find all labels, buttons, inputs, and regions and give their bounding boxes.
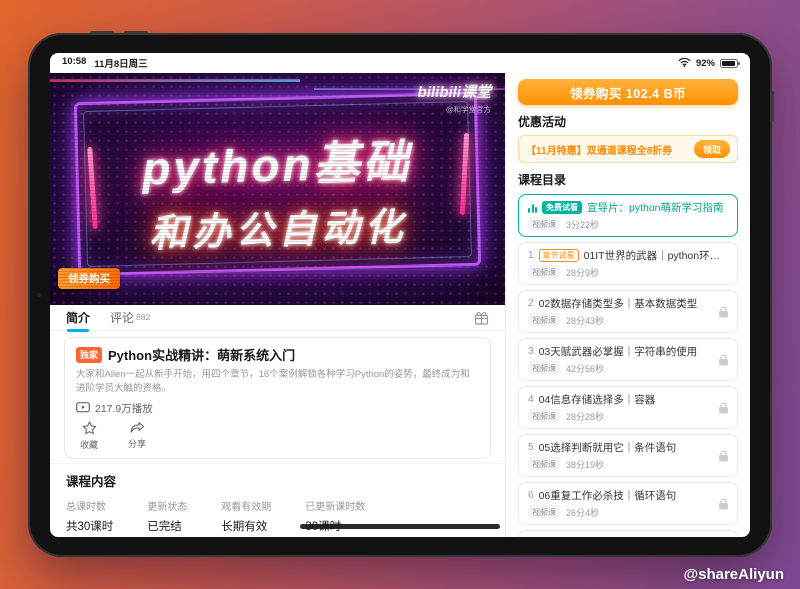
lesson-number: 6 — [528, 490, 534, 501]
power-button — [770, 91, 774, 121]
lesson-type-badge: 视频课 — [528, 265, 560, 279]
lesson-title: 06重复工作必杀技｜循环语句 — [539, 488, 677, 503]
watermark: @shareAliyun — [684, 566, 785, 583]
stat-validity: 观看有效期 长期有效 — [221, 498, 271, 534]
free-trial-badge: 免费试看 — [542, 201, 582, 214]
lesson-title: 04信息存储选择多｜容器 — [539, 392, 656, 407]
share-button[interactable]: 分享 — [128, 421, 146, 451]
banner-title-line2: 和办公自动化 — [149, 195, 408, 257]
play-count-icon — [76, 401, 90, 416]
tab-bar: 简介 评论882 — [50, 305, 505, 331]
lesson-duration: 26分4秒 — [566, 506, 599, 519]
catalog-item[interactable]: 6 06重复工作必杀技｜循环语句 视频课 26分4秒 — [518, 482, 738, 525]
lesson-type-badge: 视频课 — [528, 313, 560, 327]
stat-update-status: 更新状态 已完结 — [147, 498, 187, 534]
sidebar: 领券购买 102.4 B币 优惠活动 【11月特惠】双通道课程全8折券 领取 课… — [505, 73, 750, 537]
promo-section-title: 优惠活动 — [518, 113, 738, 130]
course-info-card: 独家 Python实战精讲：萌新系统入门 大家和Allen一起从新手开始，用四个… — [64, 337, 491, 459]
tablet-screen: 10:58 11月8日周三 92% — [50, 53, 750, 537]
course-banner: python基础 和办公自动化 bilibili课堂 @和学堂官方 领券购买 — [50, 73, 505, 305]
lock-icon — [718, 305, 729, 318]
volume-up-button — [90, 31, 114, 35]
catalog-item[interactable]: 7 07停止循环姿势多｜break_continue — [518, 530, 738, 537]
star-icon — [82, 421, 97, 437]
lock-icon — [718, 353, 729, 366]
buy-with-coupon-button[interactable]: 领券购买 102.4 B币 — [518, 79, 738, 105]
lesson-duration: 38分19秒 — [566, 458, 604, 471]
trial-badge: 章节试看 — [539, 249, 579, 262]
catalog-section-title: 课程目录 — [518, 171, 738, 188]
exclusive-badge: 独家 — [76, 347, 102, 363]
catalog-item[interactable]: 1 章节试看 01IT世界的武器｜python环境搭建_第一个 视频课 28分9… — [518, 242, 738, 285]
lesson-type-badge: 视频课 — [528, 217, 560, 231]
coupon-text: 【11月特惠】双通道课程全8折券 — [526, 142, 688, 157]
lesson-duration: 28分28秒 — [566, 410, 604, 423]
lesson-number: 1 — [528, 250, 534, 261]
catalog-item[interactable]: 4 04信息存储选择多｜容器 视频课 28分28秒 — [518, 386, 738, 429]
section-title: 课程内容 — [66, 471, 489, 490]
status-time: 10:58 — [62, 56, 86, 70]
lesson-number: 2 — [528, 298, 534, 309]
lesson-number: 3 — [528, 346, 534, 357]
coupon-row: 【11月特惠】双通道课程全8折券 领取 — [518, 135, 738, 163]
volume-down-button — [124, 31, 148, 35]
tab-comments[interactable]: 评论882 — [110, 309, 150, 326]
lesson-number: 4 — [528, 394, 534, 405]
battery-percent: 92% — [696, 58, 715, 69]
stat-total-lessons: 总课时数 共30课时 — [66, 498, 113, 534]
tablet-device: 10:58 11月8日周三 92% — [28, 33, 772, 557]
lesson-title: 宣导片：python萌新学习指南 — [587, 200, 724, 215]
lock-icon — [718, 449, 729, 462]
wifi-icon — [678, 57, 691, 70]
lesson-title: 02数据存储类型多｜基本数据类型 — [539, 296, 698, 311]
status-bar: 10:58 11月8日周三 92% — [50, 53, 750, 73]
play-count: 217.9万播放 — [95, 401, 153, 416]
catalog-item[interactable]: 2 02数据存储类型多｜基本数据类型 视频课 28分43秒 — [518, 290, 738, 333]
bilibili-classroom-logo: bilibili课堂 @和学堂官方 — [418, 81, 491, 115]
comments-count: 882 — [136, 312, 150, 322]
claim-coupon-button[interactable]: 领取 — [694, 140, 730, 158]
lesson-duration: 3分22秒 — [566, 218, 599, 231]
lock-icon — [718, 497, 729, 510]
lesson-duration: 28分9秒 — [566, 266, 599, 279]
front-camera — [36, 292, 42, 298]
catalog-item[interactable]: 3 03天赋武器必掌握｜字符串的使用 视频课 42分56秒 — [518, 338, 738, 381]
lesson-title: 05选择判断就用它｜条件语句 — [539, 440, 677, 455]
catalog-item-preview[interactable]: 免费试看 宣导片：python萌新学习指南 视频课 3分22秒 — [518, 194, 738, 237]
main-content: python基础 和办公自动化 bilibili课堂 @和学堂官方 领券购买 简… — [50, 73, 505, 537]
lesson-duration: 28分43秒 — [566, 314, 604, 327]
home-indicator[interactable] — [300, 524, 500, 529]
course-title: Python实战精讲：萌新系统入门 — [108, 345, 295, 364]
playing-bars-icon — [528, 203, 537, 213]
lesson-duration: 42分56秒 — [566, 362, 604, 375]
lesson-type-badge: 视频课 — [528, 505, 560, 519]
lesson-title: 03天赋武器必掌握｜字符串的使用 — [539, 344, 698, 359]
lesson-title: 01IT世界的武器｜python环境搭建_第一个 — [584, 248, 728, 263]
battery-icon — [720, 59, 738, 68]
collect-button[interactable]: 收藏 — [80, 421, 98, 451]
lesson-type-badge: 视频课 — [528, 457, 560, 471]
lesson-number: 5 — [528, 442, 534, 453]
lesson-title: 07停止循环姿势多｜break_continue — [539, 536, 706, 537]
status-date: 11月8日周三 — [94, 56, 147, 70]
lesson-type-badge: 视频课 — [528, 361, 560, 375]
course-description: 大家和Allen一起从新手开始，用四个章节，16个案例解锁各种学习Python的… — [76, 368, 479, 396]
tab-intro[interactable]: 简介 — [66, 309, 90, 326]
lock-icon — [718, 401, 729, 414]
catalog-item[interactable]: 5 05选择判断就用它｜条件语句 视频课 38分19秒 — [518, 434, 738, 477]
lesson-type-badge: 视频课 — [528, 409, 560, 423]
share-icon — [130, 421, 145, 436]
banner-title-line1: python基础 — [141, 125, 412, 198]
gift-icon[interactable] — [474, 311, 489, 325]
coupon-buy-pendant[interactable]: 领券购买 — [58, 268, 120, 289]
